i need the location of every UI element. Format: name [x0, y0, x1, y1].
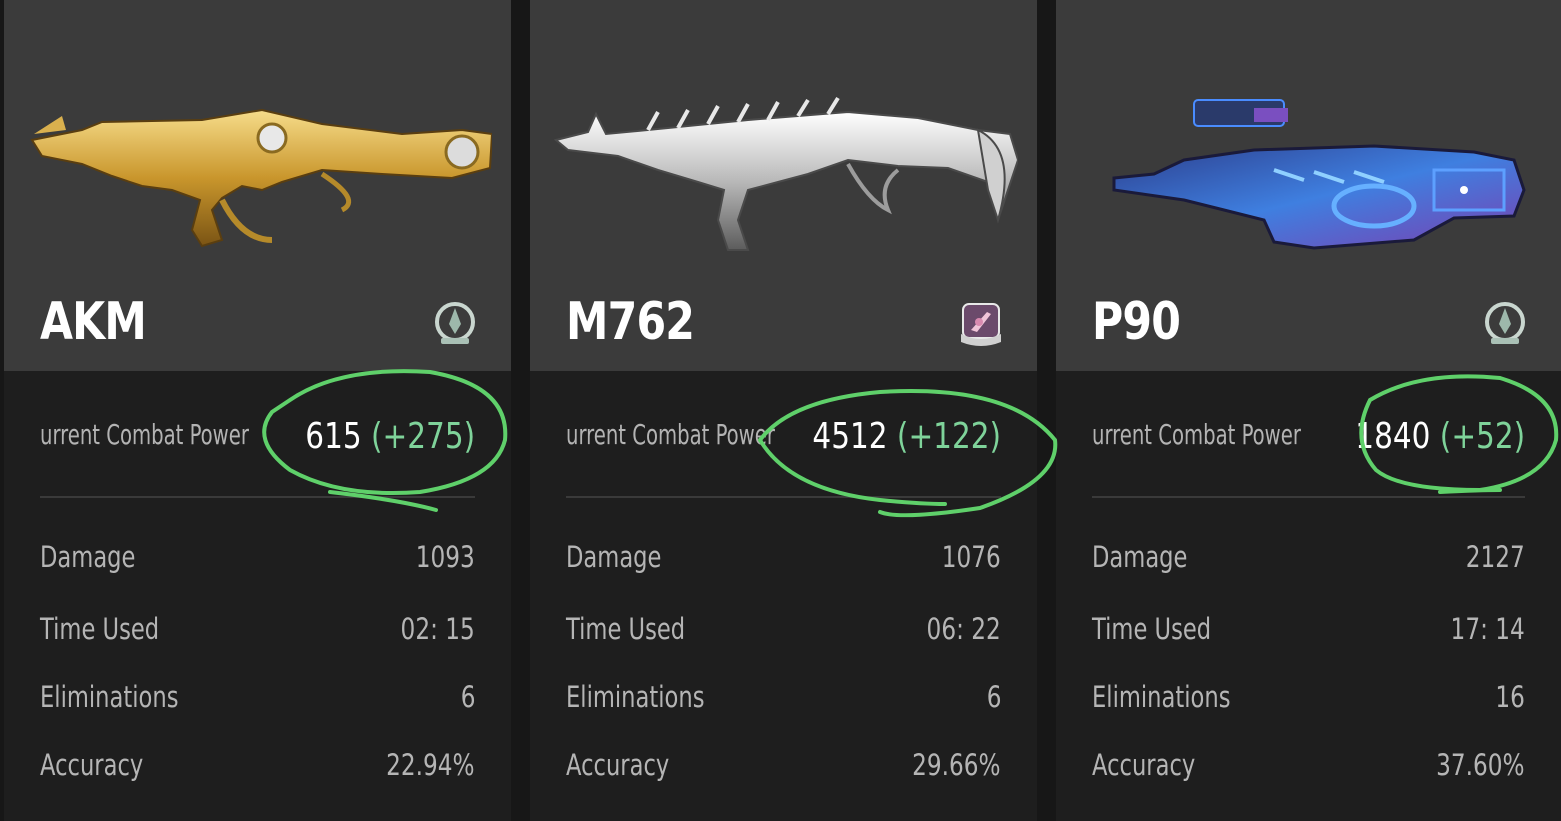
- stat-row-eliminations: Eliminations 16: [1092, 680, 1525, 720]
- stat-value: 02: 15: [400, 612, 475, 646]
- neon-p90-skin-icon: [1112, 99, 1526, 250]
- rank-emblem-icon[interactable]: [1481, 300, 1529, 348]
- combat-power-delta: (+52): [1439, 416, 1525, 457]
- combat-power-number: 1840: [1355, 416, 1431, 457]
- stat-row-damage: Damage 1093: [40, 540, 475, 580]
- rank-badge-purple-icon[interactable]: [957, 300, 1005, 348]
- stat-value: 06: 22: [926, 612, 1001, 646]
- combat-power-delta: (+275): [370, 416, 475, 457]
- stat-row-accuracy: Accuracy 29.66%: [566, 748, 1001, 788]
- silver-m762-skin-icon: [553, 96, 1018, 251]
- stat-label: Damage: [40, 540, 136, 574]
- stat-row-time-used: Time Used 02: 15: [40, 612, 475, 652]
- combat-power-number: 615: [305, 416, 362, 457]
- stat-value: 6: [986, 680, 1001, 714]
- stat-value: 29.66%: [912, 748, 1001, 782]
- stat-row-accuracy: Accuracy 22.94%: [40, 748, 475, 788]
- stat-label: Damage: [566, 540, 662, 574]
- combat-power-value: 4512 (+122): [812, 416, 1001, 457]
- stat-label: Accuracy: [566, 748, 670, 782]
- stat-row-damage: Damage 1076: [566, 540, 1001, 580]
- weapon-name: P90: [1092, 292, 1181, 352]
- stat-label: Time Used: [566, 612, 686, 646]
- weapon-card-header: M762: [530, 0, 1037, 371]
- weapon-name: AKM: [40, 292, 147, 352]
- rank-emblem-icon[interactable]: [431, 300, 479, 348]
- stat-value: 1093: [415, 540, 475, 574]
- stat-value: 6: [460, 680, 475, 714]
- stat-value: 37.60%: [1436, 748, 1525, 782]
- divider: [40, 496, 475, 498]
- stat-row-accuracy: Accuracy 37.60%: [1092, 748, 1525, 788]
- stat-value: 2127: [1465, 540, 1525, 574]
- stat-label: Damage: [1092, 540, 1188, 574]
- stat-value: 22.94%: [386, 748, 475, 782]
- combat-power-value: 615 (+275): [305, 416, 475, 457]
- stat-row-eliminations: Eliminations 6: [40, 680, 475, 720]
- weapon-stats-screen: AKM urrent Combat Power 615 (+275) Damag…: [0, 0, 1561, 821]
- stat-label: Accuracy: [1092, 748, 1196, 782]
- stat-label: Eliminations: [1092, 680, 1231, 714]
- stat-label: Eliminations: [566, 680, 705, 714]
- weapon-card-header: P90: [1056, 0, 1561, 371]
- combat-power-label: urrent Combat Power: [40, 418, 249, 451]
- divider: [1092, 496, 1525, 498]
- stat-value: 17: 14: [1450, 612, 1525, 646]
- combat-power-delta: (+122): [896, 416, 1001, 457]
- gold-akm-skin-icon: [30, 108, 492, 248]
- stat-label: Time Used: [1092, 612, 1212, 646]
- combat-power-label: urrent Combat Power: [1092, 418, 1301, 451]
- weapon-name: M762: [566, 292, 695, 352]
- weapon-card-p90[interactable]: P90 urrent Combat Power 1840 (+52) Damag…: [1056, 0, 1561, 821]
- stat-value: 1076: [941, 540, 1001, 574]
- stat-label: Accuracy: [40, 748, 144, 782]
- weapon-card-akm[interactable]: AKM urrent Combat Power 615 (+275) Damag…: [4, 0, 511, 821]
- stat-row-eliminations: Eliminations 6: [566, 680, 1001, 720]
- stat-label: Time Used: [40, 612, 160, 646]
- stat-row-damage: Damage 2127: [1092, 540, 1525, 580]
- stat-value: 16: [1495, 680, 1525, 714]
- weapon-card-m762[interactable]: M762 urrent Combat Power 4512 (+122) Dam…: [530, 0, 1037, 821]
- stat-label: Eliminations: [40, 680, 179, 714]
- stat-row-time-used: Time Used 06: 22: [566, 612, 1001, 652]
- divider: [566, 496, 1001, 498]
- combat-power-number: 4512: [812, 416, 888, 457]
- combat-power-value: 1840 (+52): [1355, 416, 1525, 457]
- stat-row-time-used: Time Used 17: 14: [1092, 612, 1525, 652]
- combat-power-label: urrent Combat Power: [566, 418, 775, 451]
- weapon-card-header: AKM: [4, 0, 511, 371]
